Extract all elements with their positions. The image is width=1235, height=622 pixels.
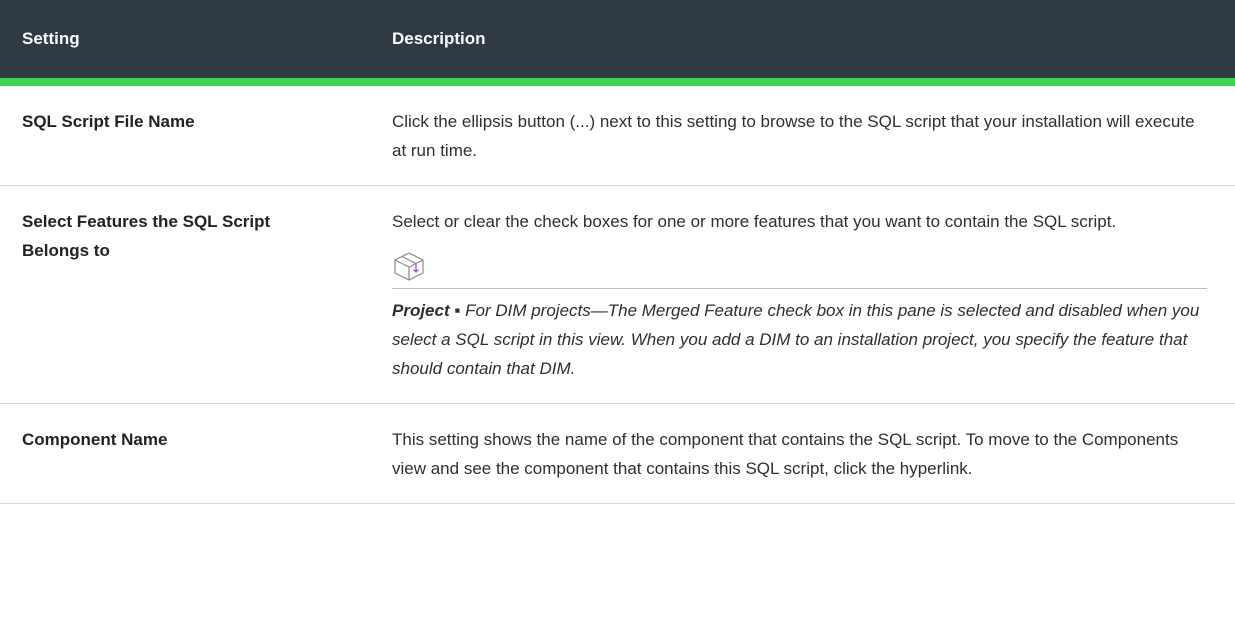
note-text: Project ▪ For DIM projects—The Merged Fe… [392, 296, 1207, 383]
box-icon [392, 250, 1207, 284]
description-text: Select or clear the check boxes for one … [392, 212, 1117, 231]
table-header: Setting Description [0, 0, 1235, 86]
setting-description: Select or clear the check boxes for one … [368, 185, 1235, 404]
header-setting: Setting [0, 0, 368, 86]
table-row: SQL Script File Name Click the ellipsis … [0, 82, 1235, 186]
note-body: For DIM projects—The Merged Feature chec… [392, 301, 1200, 378]
description-text: Click the ellipsis button (...) next to … [392, 112, 1195, 160]
setting-description: Click the ellipsis button (...) next to … [368, 82, 1235, 186]
setting-description: This setting shows the name of the compo… [368, 403, 1235, 504]
settings-table: Setting Description SQL Script File Name… [0, 0, 1235, 504]
setting-name: Select Features the SQL Script Belongs t… [0, 185, 368, 404]
setting-name: Component Name [0, 403, 368, 504]
note-divider [392, 288, 1207, 289]
table-row: Select Features the SQL Script Belongs t… [0, 185, 1235, 404]
table-row: Component Name This setting shows the na… [0, 403, 1235, 504]
header-description: Description [368, 0, 1235, 86]
setting-name: SQL Script File Name [0, 82, 368, 186]
description-text: This setting shows the name of the compo… [392, 430, 1179, 478]
project-note: Project ▪ For DIM projects—The Merged Fe… [392, 250, 1207, 383]
table-body: SQL Script File Name Click the ellipsis … [0, 82, 1235, 504]
header-row: Setting Description [0, 0, 1235, 86]
note-label: Project ▪ [392, 301, 461, 320]
